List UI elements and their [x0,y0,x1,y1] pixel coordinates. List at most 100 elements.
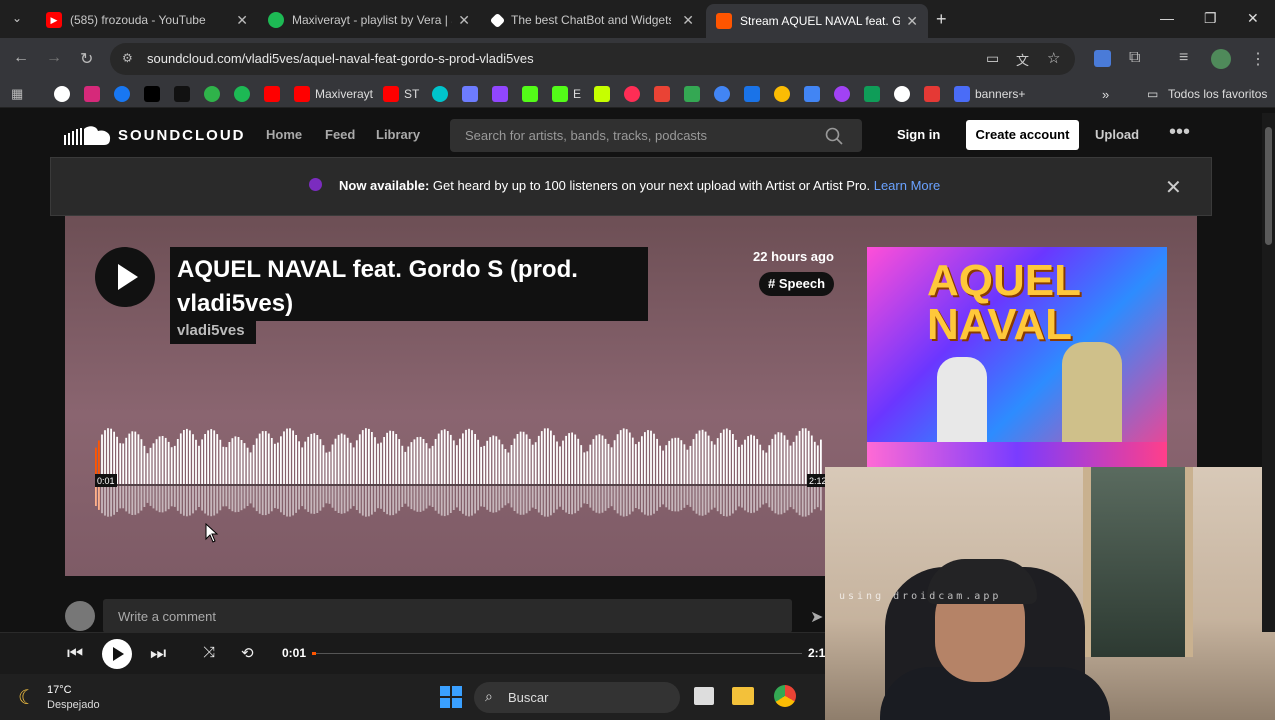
nav-home[interactable]: Home [266,127,302,142]
more-bookmarks-icon[interactable]: » [1102,87,1109,102]
extensions-icon[interactable]: ⧉ [1129,49,1140,67]
apps-icon[interactable]: ▦ [11,86,27,102]
bookmark-label[interactable]: banners+ [975,87,1025,101]
player-play-button[interactable] [102,639,132,669]
sheets-icon[interactable] [864,86,880,102]
search-icon[interactable] [825,127,843,145]
upload-link[interactable]: Upload [1095,127,1139,142]
bookmark-icon[interactable] [894,86,910,102]
bookmark-label[interactable]: Maxiverayt [315,87,373,101]
url-field[interactable]: ⚙ soundcloud.com/vladi5ves/aquel-naval-f… [110,43,1075,75]
all-favorites-link[interactable]: Todos los favoritos [1168,87,1267,101]
twitch-icon[interactable] [492,86,508,102]
install-icon[interactable]: ▭ [986,50,999,67]
media-icon[interactable]: ≡ [1179,49,1188,67]
bookmark-label[interactable]: ST [404,87,419,101]
new-tab-icon[interactable]: + [936,9,947,30]
bookmark-icon[interactable] [204,86,220,102]
next-icon[interactable]: ⏭ [150,643,166,664]
file-explorer-icon[interactable] [732,687,754,705]
close-icon[interactable]: ✕ [682,12,694,29]
site-info-icon[interactable]: ⚙ [122,51,133,65]
forward-icon[interactable]: → [46,49,62,67]
tab-search-icon[interactable]: ⌄ [12,11,22,25]
genre-tag[interactable]: # Speech [759,272,835,296]
kick-icon[interactable] [522,86,538,102]
bookmark-icon[interactable] [594,86,610,102]
minimize-icon[interactable]: — [1160,10,1174,26]
waveform[interactable]: 0:01 2:12 [95,421,827,521]
artwork-floor [867,442,1167,467]
soundcloud-logo-icon[interactable] [64,125,112,147]
bookmark-icon[interactable] [624,86,640,102]
track-artwork[interactable]: AQUEL NAVAL [867,247,1167,467]
instagram-icon[interactable] [84,86,100,102]
nav-library[interactable]: Library [376,127,420,142]
drive-icon[interactable] [684,86,700,102]
canva-icon[interactable] [432,86,448,102]
shuffle-icon[interactable]: ⤨ [203,644,215,661]
restore-icon[interactable]: ❐ [1204,10,1217,27]
waveform-bar [207,430,209,484]
repeat-icon[interactable]: ⟲ [241,644,254,662]
back-icon[interactable]: ← [13,49,29,67]
tab-chatbot[interactable]: The best ChatBot and Widgets ✕ [482,6,704,34]
comment-input[interactable]: Write a comment [103,599,792,633]
previous-icon[interactable]: ⏮ [67,643,83,664]
send-icon[interactable]: ➤ [810,607,823,627]
bookmark-star-icon[interactable]: ☆ [1047,49,1060,67]
download-icon[interactable] [924,86,940,102]
tab-spotify[interactable]: Maxiverayt - playlist by Vera | S ✕ [258,6,480,34]
youtube-icon[interactable] [294,86,310,102]
windows-start-icon[interactable] [440,686,462,708]
soundcloud-wordmark[interactable]: SOUNDCLOUD [118,127,246,144]
track-artist-link[interactable]: vladi5ves [170,319,256,344]
progress-bar[interactable] [312,652,802,655]
spotify-icon[interactable] [234,86,250,102]
bookmark-icon[interactable] [954,86,970,102]
kick-icon[interactable] [552,86,568,102]
bookmark-icon[interactable] [774,86,790,102]
x-icon[interactable] [144,86,160,102]
translate-icon[interactable]: 文 [1016,50,1029,69]
profile-avatar[interactable] [1211,49,1231,69]
page-scrollbar[interactable] [1262,113,1275,632]
gemini-icon[interactable] [462,86,478,102]
close-banner-icon[interactable]: ✕ [1165,175,1182,200]
bookmark-label[interactable]: E [573,87,581,101]
waveform-reflection-bar [452,486,455,510]
create-account-button[interactable]: Create account [966,120,1079,150]
waveform-reflection-bar [161,486,164,513]
bookmark-icon[interactable] [834,86,850,102]
close-icon[interactable]: ✕ [906,13,918,30]
more-options-icon[interactable]: ••• [1169,121,1190,144]
learn-more-link[interactable]: Learn More [874,178,940,193]
bookmark-icon[interactable] [744,86,760,102]
tiktok-icon[interactable] [174,86,190,102]
reload-icon[interactable]: ↻ [80,49,93,69]
tab-youtube[interactable]: ▶ (585) frozouda - YouTube ✕ [36,6,258,34]
translate-extension-icon[interactable] [1094,50,1111,67]
search-input[interactable]: Search for artists, bands, tracks, podca… [450,119,862,152]
close-icon[interactable]: ✕ [458,12,470,29]
taskbar-search[interactable]: ⌕ Buscar [474,682,680,713]
facebook-icon[interactable] [114,86,130,102]
task-view-icon[interactable] [694,687,714,705]
tab-soundcloud[interactable]: Stream AQUEL NAVAL feat. Gor ✕ [706,4,928,38]
nav-feed[interactable]: Feed [325,127,355,142]
window-close-icon[interactable]: ✕ [1247,10,1259,27]
scrollbar-thumb[interactable] [1265,127,1272,245]
sign-in-button[interactable]: Sign in [897,127,940,142]
play-button[interactable] [95,247,155,307]
chrome-icon[interactable] [774,685,796,707]
maps-icon[interactable] [714,86,730,102]
close-icon[interactable]: ✕ [236,12,248,29]
gmail-icon[interactable] [654,86,670,102]
youtube-icon[interactable] [383,86,399,102]
google-icon[interactable] [54,86,70,102]
waveform-bar [647,430,649,484]
menu-icon[interactable]: ⋮ [1250,49,1266,69]
waveform-bar [610,447,613,484]
translate-icon[interactable] [804,86,820,102]
youtube-icon[interactable] [264,86,280,102]
